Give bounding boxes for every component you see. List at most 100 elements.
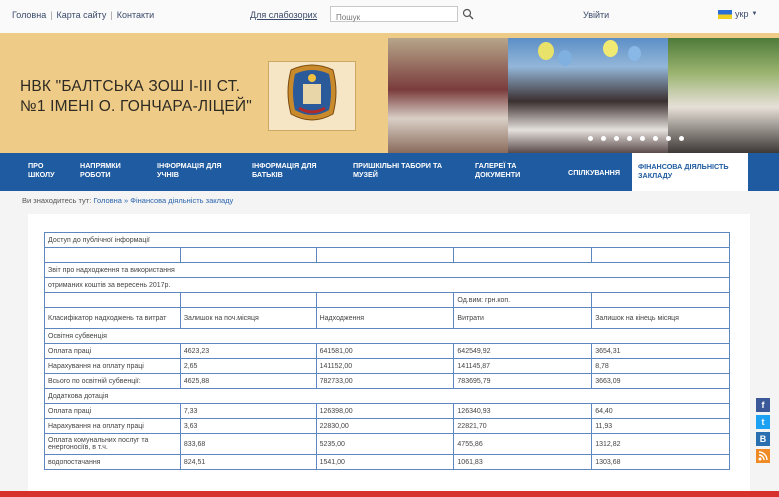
separator: | <box>110 10 113 20</box>
table-cell: Оплата комунальних послуг та енергоносії… <box>44 433 181 455</box>
low-vision-link[interactable]: Для слабозорих <box>250 10 317 20</box>
search-input[interactable] <box>331 10 445 25</box>
chevron-down-icon: ▼ <box>751 11 758 17</box>
table-cell: 126398,00 <box>315 403 455 419</box>
table-cell: 22821,70 <box>453 418 593 434</box>
top-links: Головна | Карта сайту | Контакти <box>12 10 154 20</box>
login-link[interactable]: Увійти <box>583 10 609 20</box>
table-cell: 1312,82 <box>591 433 730 455</box>
separator: | <box>50 10 53 20</box>
table-row: Всього по освітній субвенції: 4625,88 7827… <box>44 373 730 389</box>
social-links: f t B <box>756 398 770 463</box>
table-row: Од.вим: грн.коп. <box>44 292 730 308</box>
table-cell: Оплата праці <box>44 343 181 359</box>
table-cell: Нарахування на оплату праці <box>44 358 181 374</box>
search-icon[interactable] <box>462 8 474 20</box>
table-cell: 11,93 <box>591 418 730 434</box>
breadcrumb-separator: » <box>124 196 129 205</box>
slider-dots[interactable] <box>588 136 684 141</box>
column-header: Класифікатор надходжень та витрат <box>44 307 181 329</box>
table-row: Оплата комунальних послуг та енергоносії… <box>44 433 730 455</box>
contacts-link[interactable]: Контакти <box>117 10 154 20</box>
table-cell <box>315 247 455 263</box>
school-emblem <box>268 61 356 131</box>
column-header: Витрати <box>453 307 593 329</box>
nav-item-directions[interactable]: НАПРЯМКИ РОБОТИ <box>80 161 138 179</box>
table-cell <box>591 292 730 308</box>
rss-icon[interactable] <box>756 449 770 463</box>
main-nav: ПРО ШКОЛУ НАПРЯМКИ РОБОТИ ІНФОРМАЦІЯ ДЛЯ… <box>0 153 779 191</box>
table-row: отриманих коштів за вересень 2017р. <box>44 277 730 293</box>
table-cell: 2,65 <box>179 358 317 374</box>
nav-item-about[interactable]: ПРО ШКОЛУ <box>28 161 68 179</box>
nav-item-communication[interactable]: СПІЛКУВАННЯ <box>568 168 632 177</box>
section-row: Додаткова дотація <box>44 388 730 404</box>
breadcrumb: Ви знаходитесь тут: Головна » Фінансова … <box>22 196 233 205</box>
breadcrumb-prefix: Ви знаходитесь тут: <box>22 196 92 205</box>
school-title[interactable]: НВК "БАЛТСЬКА ЗОШ І-ІІІ СТ. №1 ІМЕНІ О. … <box>20 77 260 117</box>
table-cell: 141152,00 <box>315 358 455 374</box>
table-cell: отриманих коштів за вересень 2017р. <box>44 277 730 293</box>
table-cell: 4623,23 <box>179 343 317 359</box>
table-cell <box>315 292 455 308</box>
table-cell: водопостачання <box>44 454 181 470</box>
sitemap-link[interactable]: Карта сайту <box>57 10 107 20</box>
table-cell: 3654,31 <box>591 343 730 359</box>
facebook-icon[interactable]: f <box>756 398 770 412</box>
table-cell: 5235,00 <box>315 433 455 455</box>
table-cell: 783695,79 <box>453 373 593 389</box>
blogger-icon[interactable]: B <box>756 432 770 446</box>
language-selector[interactable]: укр ▼ <box>718 9 757 19</box>
table-cell <box>179 292 317 308</box>
column-header: Залишок на кінець місяця <box>591 307 730 329</box>
section-label: Додаткова дотація <box>44 388 730 404</box>
content-panel: Доступ до публічної інформації Звіт про … <box>28 214 750 497</box>
table-cell: Доступ до публічної інформації <box>44 232 730 248</box>
table-cell: 1541,00 <box>315 454 455 470</box>
breadcrumb-home[interactable]: Головна <box>93 196 122 205</box>
table-cell <box>453 247 593 263</box>
table-row: Оплата праці 7,33 126398,00 126340,93 64,40 <box>44 403 730 419</box>
column-header: Залишок на поч.місяця <box>179 307 317 329</box>
table-row: Нарахування на оплату праці 3,63 22830,00 2… <box>44 418 730 434</box>
table-cell: 1061,83 <box>453 454 593 470</box>
table-header-row: Класифікатор надходжень та витрат Залишо… <box>44 307 730 329</box>
table-row <box>44 247 730 263</box>
nav-item-camps-museum[interactable]: ПРИШКІЛЬНІ ТАБОРИ ТА МУЗЕЙ <box>353 161 457 179</box>
table-cell: 833,68 <box>179 433 317 455</box>
nav-item-finance[interactable]: ФІНАНСОВА ДІЯЛЬНІСТЬ ЗАКЛАДУ <box>632 153 748 191</box>
table-row: Доступ до публічної інформації <box>44 232 730 248</box>
nav-item-galleries[interactable]: ГАЛЕРЕЇ ТА ДОКУМЕНТИ <box>475 161 545 179</box>
table-cell: 824,51 <box>179 454 317 470</box>
table-cell: Оплата праці <box>44 403 181 419</box>
nav-item-students[interactable]: ІНФОРМАЦІЯ ДЛЯ УЧНІВ <box>157 161 237 179</box>
table-cell: 1303,68 <box>591 454 730 470</box>
site-header: НВК "БАЛТСЬКА ЗОШ І-ІІІ СТ. №1 ІМЕНІ О. … <box>0 33 779 153</box>
page: Головна | Карта сайту | Контакти Для слабозо… <box>0 0 779 497</box>
table-cell: 3,63 <box>179 418 317 434</box>
table-cell: 7,33 <box>179 403 317 419</box>
section-label: Освітня субвенція <box>44 328 730 344</box>
table-cell <box>591 247 730 263</box>
breadcrumb-current: Фінансова діяльність закладу <box>130 196 234 205</box>
table-row: Нарахування на оплату праці 2,65 141152,00… <box>44 358 730 374</box>
nav-item-parents[interactable]: ІНФОРМАЦІЯ ДЛЯ БАТЬКІВ <box>252 161 334 179</box>
progress-bar <box>0 491 779 497</box>
language-label: укр <box>735 9 749 19</box>
column-header: Надходження <box>315 307 455 329</box>
table-cell: 8,78 <box>591 358 730 374</box>
table-cell: 782733,00 <box>315 373 455 389</box>
section-row: Освітня субвенція <box>44 328 730 344</box>
table-cell: 126340,93 <box>453 403 593 419</box>
table-cell: Нарахування на оплату праці <box>44 418 181 434</box>
finance-table: Доступ до публічної інформації Звіт про … <box>44 232 730 470</box>
table-cell: 64,40 <box>591 403 730 419</box>
table-cell: 4755,86 <box>453 433 593 455</box>
table-cell: 641581,00 <box>315 343 455 359</box>
twitter-icon[interactable]: t <box>756 415 770 429</box>
table-cell: Всього по освітній субвенції: <box>44 373 181 389</box>
home-link[interactable]: Головна <box>12 10 46 20</box>
table-cell: 4625,88 <box>179 373 317 389</box>
top-bar: Головна | Карта сайту | Контакти Для слабозо… <box>0 0 779 34</box>
table-cell: 642549,92 <box>453 343 593 359</box>
